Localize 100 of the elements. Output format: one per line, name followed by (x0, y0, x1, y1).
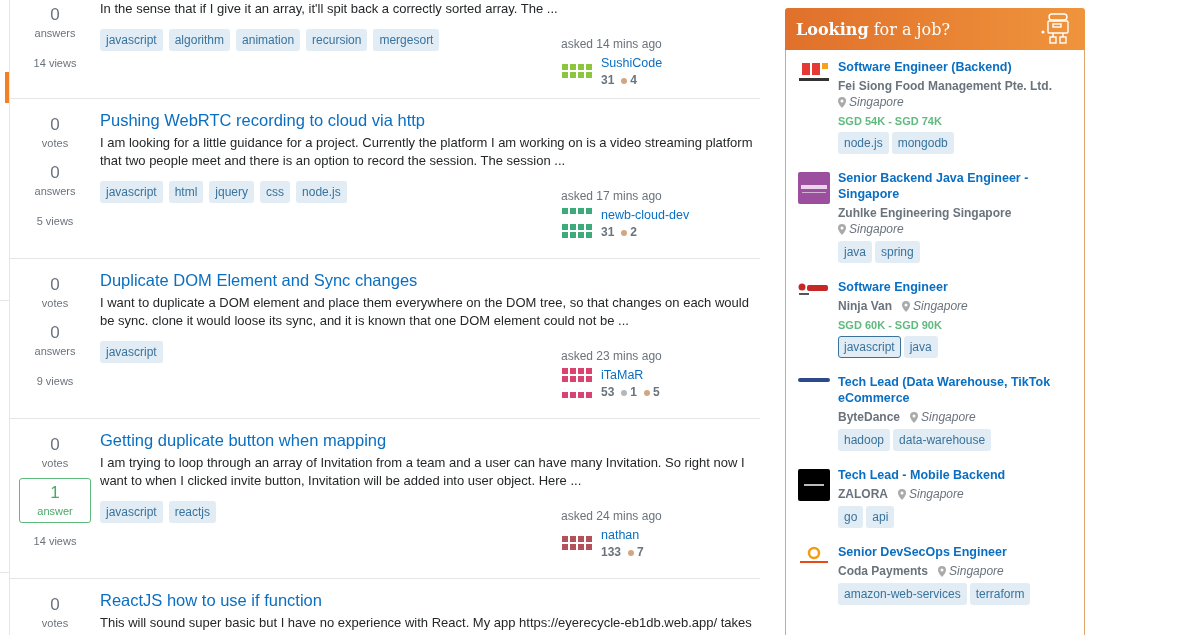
company-name: Fei Siong Food Management Pte. Ltd. (838, 78, 1052, 94)
avatar-icon[interactable] (561, 207, 593, 239)
tag-link[interactable]: html (168, 181, 204, 203)
asked-time: asked 17 mins ago (561, 189, 663, 204)
view-count: 14 views (33, 56, 77, 70)
answers-label: answers (34, 26, 76, 40)
question-excerpt: I am looking for a little guidance for a project. Currently the platform I am working on is a video streaming platform that two people meet and there is an option to record the session. The session ... (100, 134, 754, 170)
reputation-score: 53 (601, 384, 615, 401)
question-title-link[interactable]: Pushing WebRTC recording to cloud via http (100, 109, 760, 131)
question-excerpt: In the sense that if I give it an array, it'll spit back a correctly sorted array. The ... (100, 0, 559, 18)
company-name: Zuhlke Engineering Singapore (838, 205, 1012, 221)
job-location: Singapore (909, 486, 964, 502)
asked-time: asked 24 mins ago (561, 509, 663, 524)
user-name-link[interactable]: iTaMaR (601, 367, 660, 384)
vote-count: 0 (50, 435, 60, 455)
user-name-link[interactable]: nathan (601, 527, 644, 544)
answers-label: answer (37, 504, 73, 518)
job-location: Singapore (913, 298, 968, 314)
view-count: 5 views (36, 214, 74, 228)
location-pin-icon (838, 223, 846, 235)
salary-range: SGD 60K - SGD 90K (838, 318, 943, 332)
reputation-score: 133 (601, 544, 622, 561)
location-pin-icon (902, 300, 911, 312)
question-excerpt: This will sound super basic but I have no experience with React. My app https://eyerecycle-eb1db.web.app/ takes (100, 614, 753, 632)
tag-link[interactable]: recursion (306, 29, 368, 51)
job-title-link[interactable]: Tech Lead (Data Warehouse, TikTok eCommerce (838, 374, 1068, 406)
answers-label: answers (34, 184, 76, 198)
question-excerpt: I want to duplicate a DOM element and place them everywhere on the DOM tree, so that changes on each would be sync. clone it would loose its sync, and it is known that one DOM element could not be ... (100, 294, 750, 330)
tag-link[interactable]: mongodb (891, 132, 954, 154)
votes-label: votes (41, 456, 69, 470)
tag-link[interactable]: algorithm (168, 29, 231, 51)
jobs-panel-title: Looking for a job? (796, 19, 950, 39)
tag-link[interactable]: animation (236, 29, 301, 51)
tag-link[interactable]: javascript (100, 181, 163, 203)
location-pin-icon (938, 565, 947, 577)
company-logo-icon (798, 546, 830, 566)
question-title-link[interactable]: Getting duplicate button when mapping (100, 429, 760, 451)
votes-label: votes (41, 616, 69, 630)
badge-count: 2 (630, 224, 638, 241)
asked-time: asked 23 mins ago (561, 349, 663, 364)
company-name: ByteDance (838, 409, 901, 425)
answer-count: 0 (50, 5, 60, 25)
company-logo-icon (798, 469, 830, 501)
company-name: Ninja Van (838, 298, 893, 314)
tag-link[interactable]: reactjs (168, 501, 217, 523)
view-count: 9 views (36, 374, 74, 388)
tag-link[interactable]: mergesort (373, 29, 440, 51)
tag-link[interactable]: java (838, 241, 872, 263)
job-location: Singapore (949, 563, 1004, 579)
location-pin-icon (910, 411, 919, 423)
answer-count: 0 (50, 323, 60, 343)
tag-link[interactable]: node.js (296, 181, 347, 203)
badge-count: 5 (653, 384, 660, 401)
tag-link[interactable]: javascript (100, 29, 163, 51)
votes-label: votes (41, 136, 69, 150)
job-location: Singapore (849, 221, 904, 237)
tag-link[interactable]: javascript (838, 336, 901, 358)
tag-link[interactable]: javascript (100, 501, 163, 523)
badge-count: 1 (630, 384, 638, 401)
company-logo-icon (798, 172, 830, 204)
answer-count: 1 (50, 483, 60, 503)
job-title-link[interactable]: Software Engineer (838, 279, 1068, 295)
vote-count: 0 (50, 275, 60, 295)
job-location: Singapore (849, 94, 904, 110)
reputation-score: 31 (601, 72, 615, 89)
job-title-link[interactable]: Senior Backend Java Engineer - Singapore (838, 170, 1068, 202)
vote-count: 0 (50, 115, 60, 135)
job-location: Singapore (921, 409, 976, 425)
question-title-link[interactable]: Duplicate DOM Element and Sync changes (100, 269, 760, 291)
job-title-link[interactable]: Software Engineer (Backend) (838, 59, 1068, 75)
avatar-icon[interactable] (561, 367, 593, 399)
user-name-link[interactable]: newb-cloud-dev (601, 207, 690, 224)
badge-count: 4 (630, 72, 638, 89)
tag-link[interactable]: amazon-web-services (838, 583, 967, 605)
location-pin-icon (838, 96, 846, 108)
view-count: 14 views (33, 534, 77, 548)
tag-link[interactable]: javascript (100, 341, 163, 363)
votes-label: votes (41, 296, 69, 310)
answers-label: answers (34, 344, 76, 358)
job-title-link[interactable]: Senior DevSecOps Engineer (838, 544, 1068, 560)
vote-count: 0 (50, 595, 60, 615)
tag-link[interactable]: terraform (969, 583, 1031, 605)
company-logo-icon (798, 281, 830, 297)
tag-link[interactable]: jquery (209, 181, 255, 203)
company-name: ZALORA (838, 486, 888, 502)
user-name-link[interactable]: SushiCode (601, 55, 663, 72)
tag-link[interactable]: java (903, 336, 938, 358)
company-name: Coda Payments (838, 563, 929, 579)
tag-link[interactable]: css (260, 181, 291, 203)
salary-range: SGD 54K - SGD 74K (838, 114, 943, 128)
tag-link[interactable]: node.js (838, 132, 889, 154)
tag-link[interactable]: go (838, 506, 864, 528)
tag-link[interactable]: data-warehouse (893, 429, 992, 451)
nav-marker (5, 72, 9, 103)
tag-link[interactable]: spring (875, 241, 920, 263)
job-title-link[interactable]: Tech Lead - Mobile Backend (838, 467, 1068, 483)
question-title-link[interactable]: ReactJS how to use if function (100, 589, 760, 611)
answer-count: 0 (50, 163, 60, 183)
tag-link[interactable]: api (866, 506, 895, 528)
tag-link[interactable]: hadoop (838, 429, 891, 451)
